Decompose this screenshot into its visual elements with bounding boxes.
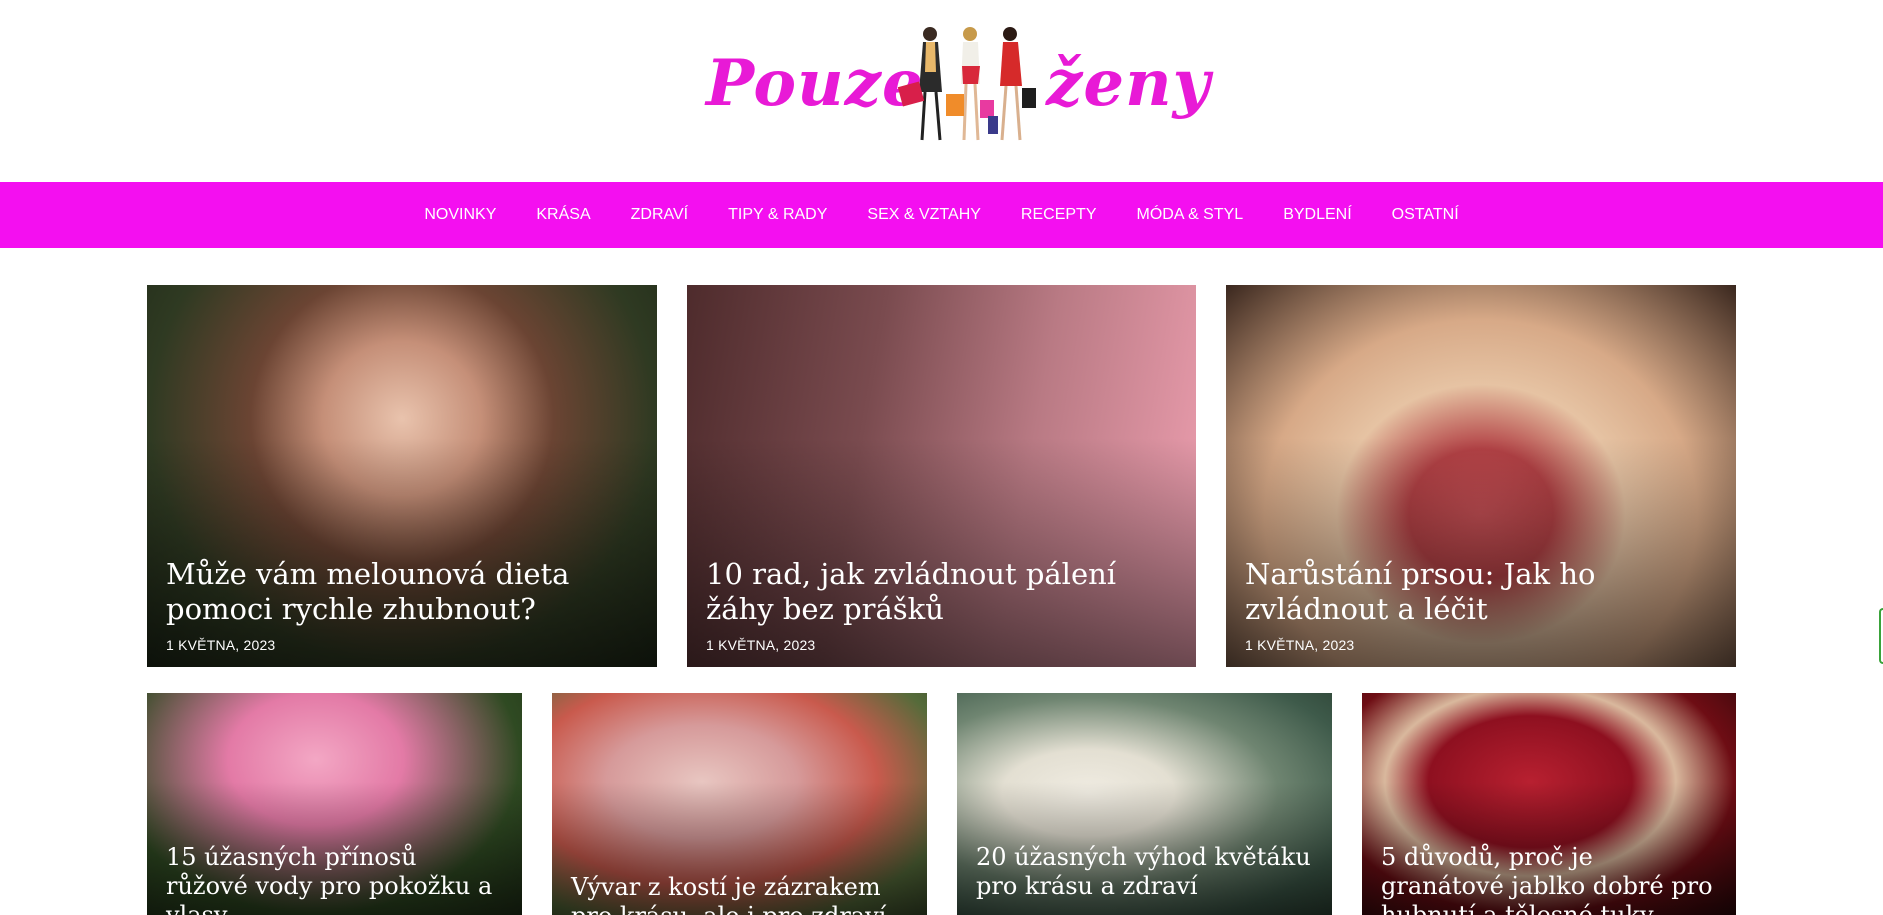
- article-title[interactable]: Vývar z kostí je zázrakem pro krásu, ale…: [571, 873, 908, 915]
- nav-menu: NOVINKY KRÁSA ZDRAVÍ TIPY & RADY SEX & V…: [0, 182, 1883, 248]
- nav-item-sex-vztahy[interactable]: SEX & VZTAHY: [847, 206, 1001, 224]
- nav-item-zdravi[interactable]: ZDRAVÍ: [611, 206, 708, 224]
- card-image-overlay: [687, 437, 1196, 667]
- featured-article-card[interactable]: 10 rad, jak zvládnout pálení žáhy bez pr…: [687, 285, 1196, 667]
- nav-item-krasa[interactable]: KRÁSA: [516, 206, 610, 224]
- article-card[interactable]: Vývar z kostí je zázrakem pro krásu, ale…: [552, 693, 927, 915]
- side-widget-tab[interactable]: [1879, 608, 1883, 664]
- shopping-women-illustration: [897, 27, 1036, 141]
- article-date: 1 KVĚTNA, 2023: [706, 637, 816, 653]
- article-card[interactable]: 5 důvodů, proč je granátové jablko dobré…: [1362, 693, 1736, 915]
- article-date: 1 KVĚTNA, 2023: [1245, 637, 1355, 653]
- site-logo[interactable]: Pouze ženy: [700, 22, 1210, 152]
- nav-item-tipy-rady[interactable]: TIPY & RADY: [708, 206, 847, 224]
- nav-item-recepty[interactable]: RECEPTY: [1001, 206, 1117, 224]
- card-image-overlay: [1226, 437, 1736, 667]
- article-title[interactable]: Narůstání prsou: Jak ho zvládnout a léči…: [1245, 557, 1717, 627]
- article-card[interactable]: 15 úžasných přínosů růžové vody pro poko…: [147, 693, 522, 915]
- logo-text-right: ženy: [1046, 46, 1211, 121]
- article-date: 1 KVĚTNA, 2023: [166, 637, 276, 653]
- nav-item-bydleni[interactable]: BYDLENÍ: [1263, 206, 1371, 224]
- article-card[interactable]: 20 úžasných výhod květáku pro krásu a zd…: [957, 693, 1332, 915]
- site-header: Pouze ženy: [0, 0, 1883, 182]
- nav-item-novinky[interactable]: NOVINKY: [404, 206, 516, 224]
- card-image-overlay: [147, 437, 657, 667]
- article-title[interactable]: 5 důvodů, proč je granátové jablko dobré…: [1381, 843, 1717, 915]
- article-title[interactable]: Může vám melounová dieta pomoci rychle z…: [166, 557, 638, 627]
- featured-article-card[interactable]: Narůstání prsou: Jak ho zvládnout a léči…: [1226, 285, 1736, 667]
- nav-item-moda-styl[interactable]: MÓDA & STYL: [1117, 206, 1264, 224]
- featured-article-card[interactable]: Může vám melounová dieta pomoci rychle z…: [147, 285, 657, 667]
- article-title[interactable]: 20 úžasných výhod květáku pro krásu a zd…: [976, 843, 1313, 901]
- main-navigation: NOVINKY KRÁSA ZDRAVÍ TIPY & RADY SEX & V…: [0, 182, 1883, 248]
- article-title[interactable]: 15 úžasných přínosů růžové vody pro poko…: [166, 843, 503, 915]
- article-title[interactable]: 10 rad, jak zvládnout pálení žáhy bez pr…: [706, 557, 1177, 627]
- nav-item-ostatni[interactable]: OSTATNÍ: [1372, 206, 1479, 224]
